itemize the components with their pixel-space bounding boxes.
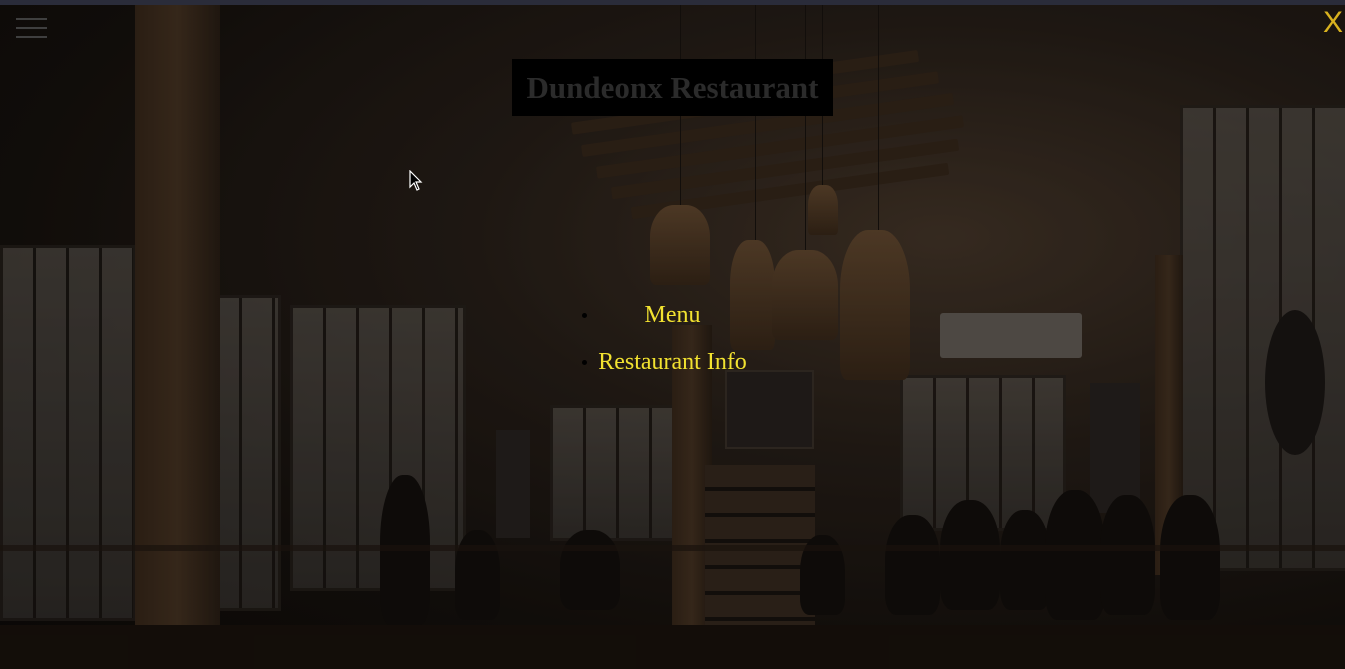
page-title: Dundeonx Restaurant [526, 69, 819, 105]
mouse-cursor-icon [409, 170, 423, 191]
nav-link-restaurant-info[interactable]: Restaurant Info [598, 349, 747, 375]
close-menu-button[interactable]: X [1321, 6, 1345, 40]
page-title-banner: Dundeonx Restaurant [512, 59, 833, 116]
overlay-nav-list: Menu Restaurant Info [0, 293, 1345, 387]
nav-item-menu: Menu [0, 293, 1345, 340]
hamburger-menu-icon[interactable] [16, 18, 47, 40]
list-bullet [582, 360, 587, 365]
nav-link-menu[interactable]: Menu [645, 302, 701, 328]
nav-item-restaurant-info: Restaurant Info [0, 340, 1345, 387]
list-bullet [582, 313, 587, 318]
